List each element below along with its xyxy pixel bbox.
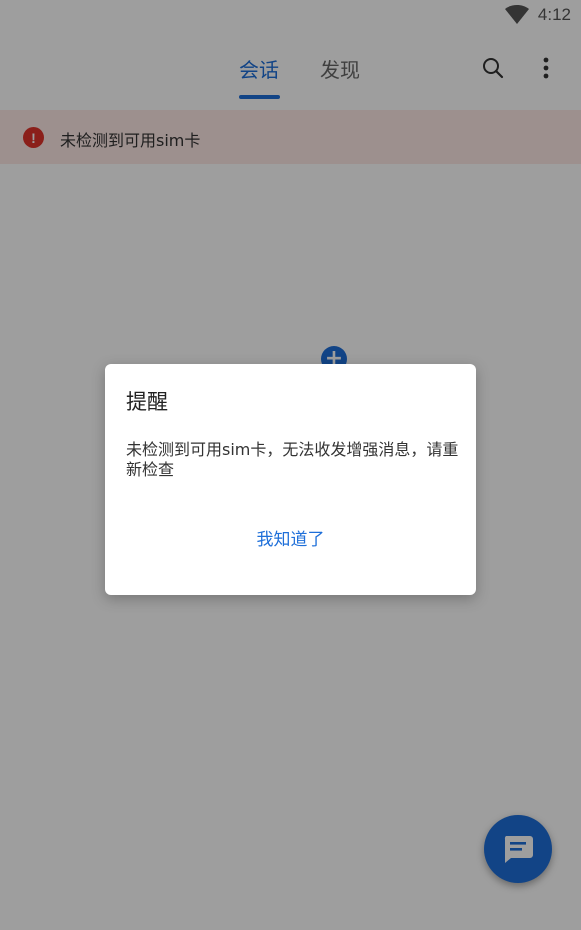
got-it-button[interactable]: 我知道了 xyxy=(105,524,476,556)
dialog-message: 未检测到可用sim卡，无法收发增强消息，请重新检查 xyxy=(126,440,459,479)
reminder-dialog: 提醒 未检测到可用sim卡，无法收发增强消息，请重新检查 我知道了 xyxy=(105,364,476,595)
dialog-title: 提醒 xyxy=(126,390,168,414)
